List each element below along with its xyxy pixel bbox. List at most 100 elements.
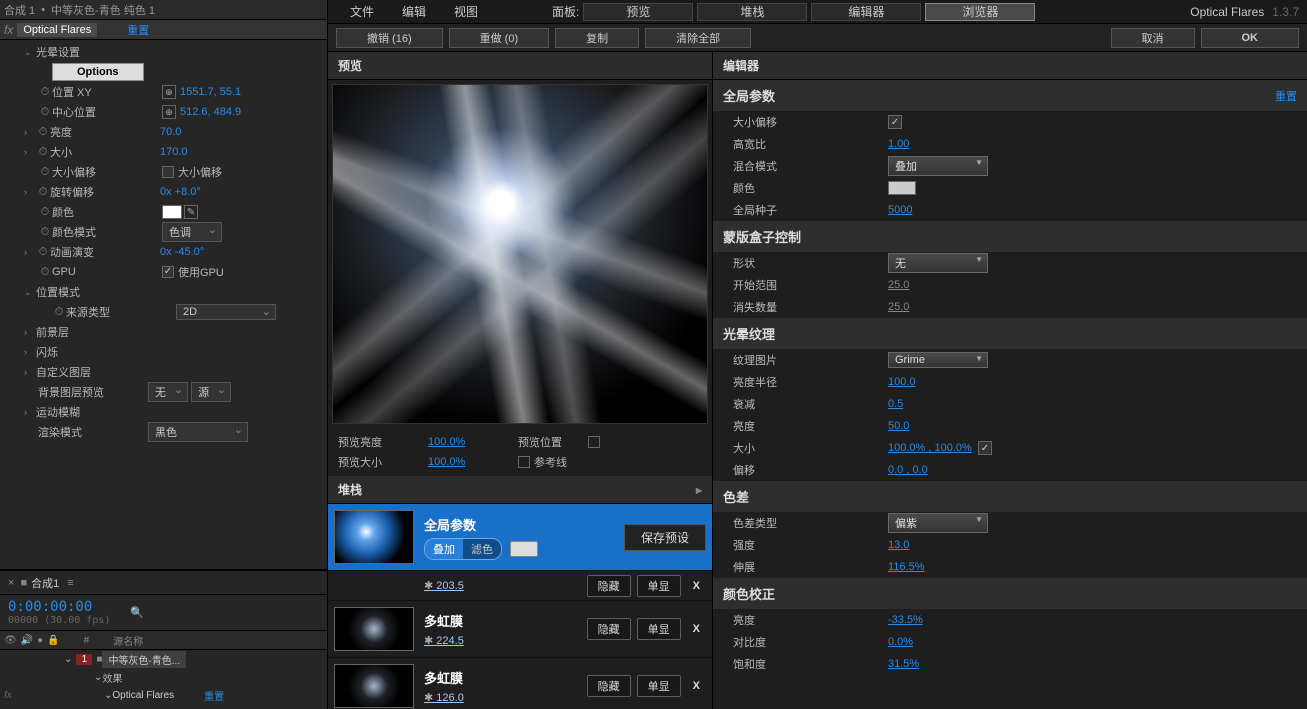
falloff-value[interactable]: 0.5 (888, 398, 903, 410)
size-value[interactable]: 170.0 (160, 146, 188, 158)
speaker-icon[interactable]: 🔊 (21, 635, 33, 646)
texture-brightness-value[interactable]: 50.0 (888, 420, 909, 432)
chevron-down-icon[interactable]: ⌄ (24, 47, 36, 58)
stopwatch-icon[interactable]: ⏱ (38, 85, 52, 99)
cc-contrast-value[interactable]: 0.0% (888, 636, 913, 648)
link-checkbox[interactable]: ✓ (978, 441, 992, 455)
size-offset-checkbox[interactable] (162, 166, 174, 178)
redo-button[interactable]: 重做 (0) (449, 28, 550, 48)
preview-viewport[interactable] (332, 84, 708, 424)
aspect-value[interactable]: 1.00 (888, 138, 909, 150)
animation-value[interactable]: 0x -45.0° (160, 246, 204, 258)
center-value[interactable]: 512.6, 484.9 (180, 106, 241, 118)
stopwatch-icon[interactable]: ⏱ (38, 225, 52, 239)
delete-button[interactable]: X (687, 623, 706, 635)
preview-size-value[interactable]: 100.0% (428, 456, 518, 468)
reset-link[interactable]: 重置 (127, 22, 149, 38)
stopwatch-icon[interactable]: ⏱ (38, 265, 52, 279)
bg-preview-src-dropdown[interactable]: 源 (191, 382, 231, 402)
delete-button[interactable]: X (687, 680, 706, 692)
color-swatch[interactable] (162, 205, 182, 219)
comp-tab[interactable]: × ■ 合成1 ≡ (0, 571, 327, 595)
render-mode-dropdown[interactable]: 黑色 (148, 422, 248, 442)
brightness-value[interactable]: 70.0 (160, 126, 181, 138)
chevron-right-icon[interactable]: › (24, 407, 36, 417)
stack-item-value[interactable]: 203.5 (424, 580, 464, 592)
hide-button[interactable]: 隐藏 (587, 575, 631, 597)
eyedropper-icon[interactable]: ✎ (184, 205, 198, 219)
clear-all-button[interactable]: 清除全部 (645, 28, 751, 48)
chevron-down-icon[interactable]: ⌄ (64, 654, 72, 665)
rotation-offset-value[interactable]: 0x +8.0° (160, 186, 201, 198)
chroma-type-dropdown[interactable]: 偏紫 (888, 513, 988, 533)
fade-value[interactable]: 25.0 (888, 301, 909, 313)
options-button[interactable]: Options (52, 63, 144, 81)
chevron-right-icon[interactable]: › (24, 367, 36, 377)
source-type-dropdown[interactable]: 2D (176, 304, 276, 320)
crosshair-icon[interactable]: ⊕ (162, 85, 176, 99)
stack-item-value[interactable]: 224.5 (424, 635, 464, 647)
stack-item[interactable]: 多虹膜126.0 隐藏单显X (328, 658, 712, 709)
stretch-value[interactable]: 116.5% (888, 561, 925, 573)
view-menu[interactable]: 视图 (440, 3, 492, 20)
copy-button[interactable]: 复制 (555, 28, 639, 48)
chevron-right-icon[interactable]: › (24, 347, 36, 357)
texture-radius-value[interactable]: 100.0 (888, 376, 916, 388)
arrow-right-icon[interactable]: ▸ (696, 483, 702, 497)
stack-item-global[interactable]: 全局参数 叠加滤色 保存预设 (328, 504, 712, 571)
stopwatch-icon[interactable]: ⏱ (36, 245, 50, 259)
cc-brightness-value[interactable]: -33.5% (888, 614, 923, 626)
hide-button[interactable]: 隐藏 (587, 675, 631, 697)
chevron-down-icon[interactable]: ⌄ (104, 690, 112, 701)
cc-saturation-value[interactable]: 31.5% (888, 658, 919, 670)
start-range-value[interactable]: 25.0 (888, 279, 909, 291)
bg-preview-none-dropdown[interactable]: 无 (148, 382, 188, 402)
position-xy-value[interactable]: 1551.7, 55.1 (180, 86, 241, 98)
undo-button[interactable]: 撤销 (16) (336, 28, 443, 48)
panel-browser-button[interactable]: 浏览器 (925, 3, 1035, 21)
edit-menu[interactable]: 编辑 (388, 3, 440, 20)
panel-editor-button[interactable]: 编辑器 (811, 3, 921, 21)
solo-button[interactable]: 单显 (637, 675, 681, 697)
search-icon[interactable]: 🔍 (130, 606, 144, 619)
stopwatch-icon[interactable]: ⏱ (36, 185, 50, 199)
size-offset-checkbox[interactable]: ✓ (888, 115, 902, 129)
timeline-layer-row[interactable]: ⌄ 1 ■ 中等灰色-青色... (0, 650, 327, 668)
chevron-down-icon[interactable]: ⌄ (94, 672, 102, 683)
stopwatch-icon[interactable]: ⏱ (38, 205, 52, 219)
chevron-right-icon[interactable]: › (24, 247, 36, 257)
stack-item[interactable]: 多虹膜224.5 隐藏单显X (328, 601, 712, 658)
color-mode-dropdown[interactable]: 色调 (162, 222, 222, 242)
file-menu[interactable]: 文件 (336, 3, 388, 20)
texture-offset-value[interactable]: 0.0 , 0.0 (888, 464, 928, 476)
effect-name[interactable]: Optical Flares (17, 23, 97, 37)
crosshair-icon[interactable]: ⊕ (162, 105, 176, 119)
hide-button[interactable]: 隐藏 (587, 618, 631, 640)
menu-icon[interactable]: ≡ (67, 577, 73, 589)
guide-checkbox[interactable] (518, 456, 530, 468)
solo-button[interactable]: 单显 (637, 618, 681, 640)
stopwatch-icon[interactable]: ⏱ (38, 105, 52, 119)
gpu-checkbox[interactable] (162, 266, 174, 278)
seed-value[interactable]: 5000 (888, 204, 912, 216)
timeline-reset-link[interactable]: 重置 (204, 688, 224, 703)
chevron-down-icon[interactable]: ⌄ (24, 287, 36, 298)
blend-mode-toggle[interactable]: 叠加滤色 (424, 538, 502, 560)
stopwatch-icon[interactable]: ⏱ (52, 305, 66, 319)
panel-stack-button[interactable]: 堆栈 (697, 3, 807, 21)
cancel-button[interactable]: 取消 (1111, 28, 1195, 48)
stopwatch-icon[interactable]: ⏱ (36, 125, 50, 139)
delete-button[interactable]: X (687, 580, 706, 592)
intensity-value[interactable]: 13.0 (888, 539, 909, 551)
shape-dropdown[interactable]: 无 (888, 253, 988, 273)
timeline-layer-name[interactable]: 中等灰色-青色... (102, 651, 186, 668)
preview-position-box[interactable] (588, 436, 600, 448)
close-icon[interactable]: × (8, 577, 14, 589)
reset-link[interactable]: 重置 (1275, 88, 1297, 104)
chevron-right-icon[interactable]: › (24, 147, 36, 157)
preview-brightness-value[interactable]: 100.0% (428, 436, 518, 448)
solo-button[interactable]: 单显 (637, 575, 681, 597)
panel-preview-button[interactable]: 预览 (583, 3, 693, 21)
stack-item-value[interactable]: 126.0 (424, 692, 464, 704)
stack-item[interactable]: 203.5 隐藏单显 X (328, 571, 712, 601)
